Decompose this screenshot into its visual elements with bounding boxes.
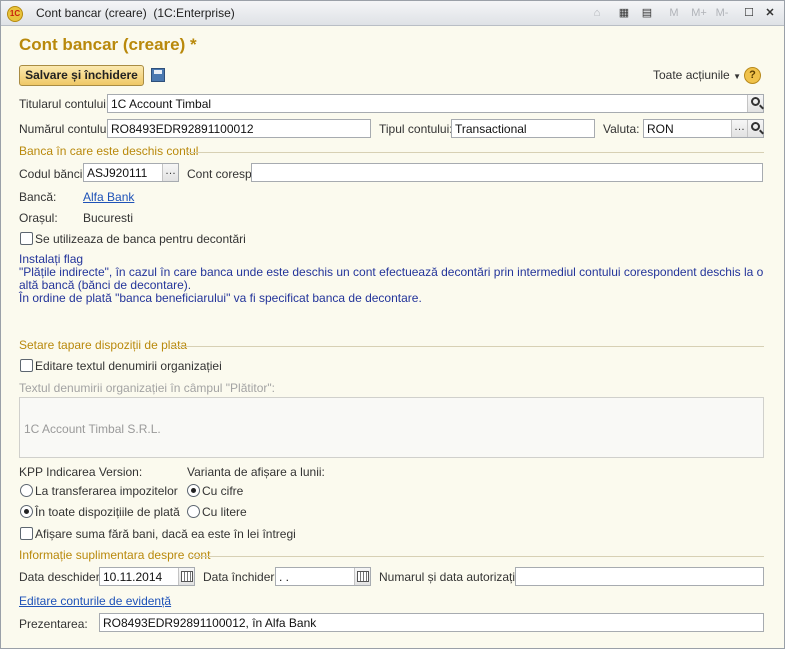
all-actions-menu[interactable]: Toate acțiunile ▼ [653, 68, 741, 82]
whole-lei-label: Afișare suma fără bani, dacă ea este în … [35, 527, 296, 541]
settlement-bank-checkbox[interactable] [20, 232, 33, 245]
edit-accounts-link[interactable]: Editare conturile de evidență [19, 594, 171, 608]
bank-link[interactable]: Alfa Bank [83, 190, 134, 204]
maximize-icon[interactable]: ☐ [741, 5, 757, 22]
extra-section-divider [191, 556, 764, 557]
info-text: Instalați flag "Plățile indirecte", în c… [19, 253, 764, 305]
save-icon[interactable] [151, 68, 165, 82]
org-name-label: Textul denumirii organizației în câmpul … [19, 381, 275, 395]
search-icon [751, 122, 760, 131]
chevron-down-icon: ▼ [733, 72, 741, 81]
open-date-label: Data deschiderii: [19, 570, 109, 584]
save-and-close-button[interactable]: Salvare și închidere [19, 65, 144, 86]
print-section-divider [171, 346, 764, 347]
close-icon[interactable]: ✕ [762, 5, 778, 22]
month-label: Varianta de afișare a lunii: [187, 465, 325, 479]
extra-section-title: Informație suplimentara despre cont [19, 548, 211, 562]
corr-account-field[interactable] [251, 163, 763, 182]
home-icon[interactable]: ⌂ [589, 5, 605, 22]
currency-search-button[interactable] [747, 120, 763, 137]
kpp-option-all-label: În toate dispozițiile de plată [35, 505, 180, 519]
window-title: Cont bancar (creare) (1C:Enterprise) [36, 6, 235, 20]
month-digits-radio[interactable] [187, 484, 200, 497]
presentation-field[interactable]: RO8493EDR92891100012, în Alfa Bank [99, 613, 764, 632]
account-number-label: Numărul contului: [19, 122, 113, 136]
month-letters-label: Cu litere [202, 505, 247, 519]
holder-search-button[interactable] [747, 95, 763, 112]
month-letters-radio[interactable] [187, 505, 200, 518]
bank-section-title: Banca în care este deschis contul [19, 144, 199, 158]
bank-section-divider [186, 152, 764, 153]
account-type-label: Tipul contului: [379, 122, 453, 136]
corr-account-label: Cont coresp.: [187, 167, 259, 181]
whole-lei-checkbox[interactable] [20, 527, 33, 540]
calendar-icon[interactable]: ▤ [639, 5, 655, 22]
month-digits-label: Cu cifre [202, 484, 244, 498]
search-icon [751, 97, 760, 106]
account-type-field[interactable]: Transactional [451, 119, 595, 138]
authorization-label: Numarul și data autorizației: [379, 570, 528, 584]
close-date-calendar-button[interactable] [354, 568, 370, 585]
info-line: "Plățile indirecte", în cazul în care ba… [19, 265, 764, 292]
account-number-field[interactable]: RO8493EDR92891100012 [107, 119, 371, 138]
help-icon[interactable]: ? [744, 67, 761, 84]
window: 1C Cont bancar (creare) (1C:Enterprise) … [0, 0, 785, 649]
kpp-label: KPP Indicarea Version: [19, 465, 143, 479]
city-value: Bucuresti [83, 211, 134, 225]
memory-m-button[interactable]: M [666, 5, 682, 22]
currency-select-button[interactable]: … [731, 120, 747, 137]
edit-org-name-label: Editare textul denumirii organizației [35, 359, 222, 373]
bank-code-label: Codul băncii: [19, 167, 89, 181]
close-date-label: Data închiderii: [203, 570, 284, 584]
currency-label: Valuta: [603, 122, 640, 136]
title-bar: 1C Cont bancar (creare) (1C:Enterprise) … [1, 1, 784, 26]
all-actions-label: Toate acțiunile [653, 68, 730, 82]
city-label: Orașul: [19, 211, 58, 225]
print-section-title: Setare tapare dispoziții de plata [19, 338, 188, 352]
edit-org-name-checkbox[interactable] [20, 359, 33, 372]
open-date-calendar-button[interactable] [178, 568, 194, 585]
info-line: În ordine de plată "banca beneficiarului… [19, 291, 422, 305]
presentation-label: Prezentarea: [19, 617, 88, 631]
window-title-text: Cont bancar (creare) [36, 6, 147, 20]
calendar-icon [181, 571, 193, 582]
bank-code-select-button[interactable]: … [162, 164, 178, 181]
kpp-option-all-radio[interactable] [20, 505, 33, 518]
org-name-textarea[interactable]: 1C Account Timbal S.R.L. [19, 397, 764, 458]
holder-label: Titularul contului: [19, 97, 110, 111]
holder-field[interactable]: 1C Account Timbal [107, 94, 764, 113]
settlement-bank-label: Se utilizeaza de banca pentru decontări [35, 232, 246, 246]
kpp-option-taxes-label: La transferarea impozitelor [35, 484, 178, 498]
bank-label: Bancă: [19, 190, 57, 204]
authorization-field[interactable] [515, 567, 764, 586]
memory-minus-button[interactable]: M- [713, 5, 731, 22]
calculator-icon[interactable]: ▦ [616, 5, 632, 22]
memory-plus-button[interactable]: M+ [689, 5, 709, 22]
form-heading: Cont bancar (creare) * [19, 35, 197, 54]
app-logo-icon: 1C [7, 6, 23, 22]
kpp-option-taxes-radio[interactable] [20, 484, 33, 497]
calendar-icon [357, 571, 369, 582]
window-app-name: (1C:Enterprise) [153, 6, 235, 20]
